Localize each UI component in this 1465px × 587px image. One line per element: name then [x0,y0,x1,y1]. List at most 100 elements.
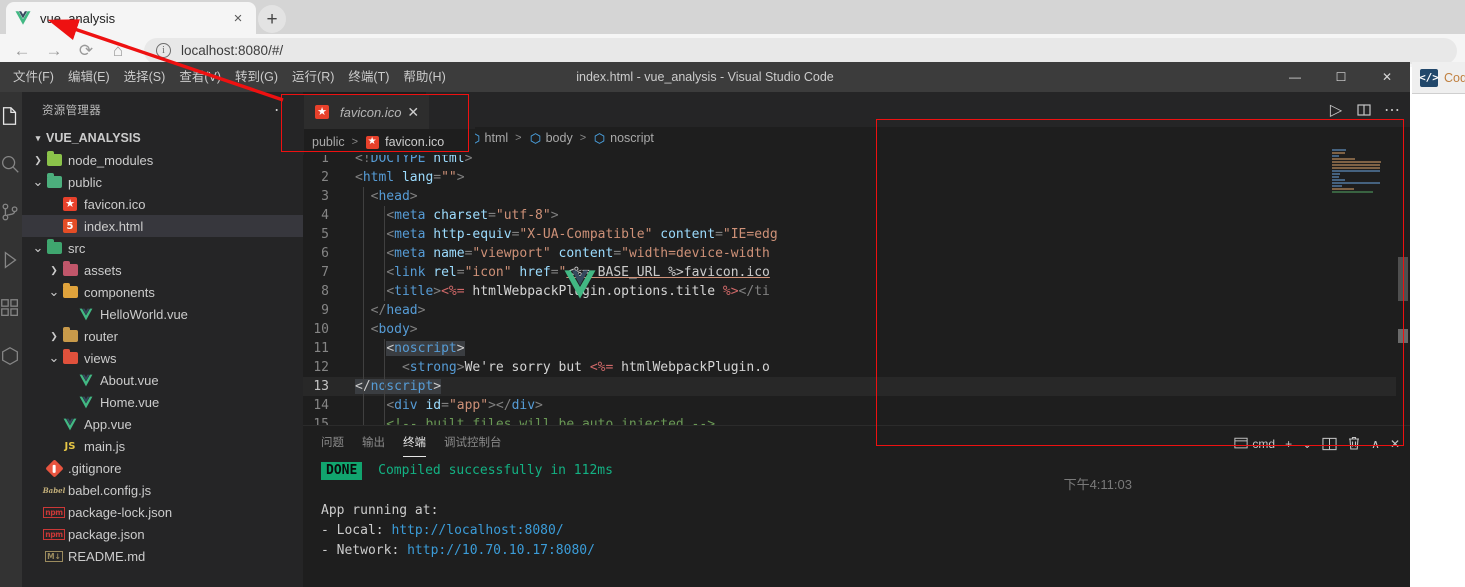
tree-item-views[interactable]: ⌄ views [22,347,303,369]
breadcrumb-item-favicon[interactable]: ★ favicon.ico [365,134,444,150]
breadcrumb-left: public > ★ favicon.ico [304,129,475,155]
close-button[interactable]: ✕ [1364,62,1410,92]
menu-run[interactable]: 运行(R) [285,66,341,88]
terminal-shell-selector[interactable]: cmd [1230,431,1279,457]
run-icon[interactable]: ▷ [1322,96,1350,124]
chevron-right-icon[interactable]: ❯ [46,331,62,342]
reload-icon[interactable]: ⟳ [70,37,102,65]
menu-terminal[interactable]: 终端(T) [341,66,396,88]
tree-item-assets[interactable]: ❯ assets [22,259,303,281]
minimap-line [1332,188,1354,190]
collapse-panel-icon[interactable]: ∧ [1367,431,1384,457]
tree-item-label: node_modules [68,152,154,168]
code-lines: 1 <!DOCTYPE html> 2 <html lang=""> 3 <head> 4… [303,149,1410,425]
chevron-down-icon[interactable]: ⌄ [1298,431,1316,457]
window-controls: — ☐ ✕ [1272,62,1410,92]
menu-view[interactable]: 查看(V) [172,66,228,88]
vue-icon [78,372,94,388]
maximize-button[interactable]: ☐ [1318,62,1364,92]
taskbar-vscode-item[interactable]: </> Cod [1412,62,1465,94]
terminal-shell-name: cmd [1252,436,1276,451]
tree-item-label: package.json [68,526,145,542]
tree-item-helloworld-vue[interactable]: HelloWorld.vue [22,303,303,325]
terminal-line-app-running: App running at: [321,503,439,518]
address-bar[interactable]: i localhost:8080/#/ [144,37,1457,64]
close-icon[interactable]: ✕ [407,105,419,119]
tree-item-label: .gitignore [68,460,122,476]
tree-item-components[interactable]: ⌄ components [22,281,303,303]
new-tab-button[interactable]: + [258,5,286,33]
minimap[interactable] [1330,149,1396,425]
code-text: <noscript> [349,339,1410,358]
tree-item-babel-config-js[interactable]: Babel babel.config.js [22,479,303,501]
tree-item-node-modules[interactable]: ❯ node_modules [22,149,303,171]
code-line: 2 <html lang=""> [303,168,1410,187]
chevron-down-icon[interactable]: ⌄ [46,284,62,300]
back-icon[interactable]: ← [6,37,38,65]
tree-item-package-json[interactable]: npm package.json [22,523,303,545]
code-line: 15 <!-- built files will be auto injecte… [303,415,1410,425]
tree-item-readme-md[interactable]: M↓ README.md [22,545,303,567]
line-number: 11 [313,341,329,356]
tree-item-label: public [68,174,102,190]
terminal-local-url[interactable]: http://localhost:8080/ [391,523,563,538]
chevron-right-icon[interactable]: ❯ [46,265,62,276]
breadcrumb-item-public[interactable]: public [312,135,345,149]
home-icon[interactable]: ⌂ [102,37,134,65]
code-line: 3 <head> [303,187,1410,206]
trash-icon[interactable] [1343,431,1365,457]
menu-edit[interactable]: 编辑(E) [61,66,117,88]
js-icon: JS [64,440,76,452]
chevron-down-icon[interactable]: ▾ [30,133,46,144]
line-number: 4 [321,208,329,223]
panel-tab-2[interactable]: 终端 [403,426,426,461]
chevron-down-icon[interactable]: ⌄ [46,350,62,366]
chevron-right-icon[interactable]: ❯ [30,155,46,166]
folder-assets-icon [62,261,78,278]
breadcrumb-symbol-noscript[interactable]: noscript [593,131,654,145]
tree-item-about-vue[interactable]: About.vue [22,369,303,391]
new-terminal-button[interactable]: + [1281,431,1296,457]
terminal-line-network: - Network: http://10.70.10.17:8080/ [321,541,1410,561]
forward-icon[interactable]: → [38,37,70,65]
tree-item-main-js[interactable]: JS main.js [22,435,303,457]
panel-tab-1[interactable]: 输出 [362,426,385,461]
tree-item-public[interactable]: ⌄ public [22,171,303,193]
browser-tab[interactable]: vue_analysis × [6,2,256,34]
editor-scrollbar[interactable] [1396,149,1410,425]
code-line: 14 <div id="app"></div> [303,396,1410,415]
chevron-down-icon[interactable]: ⌄ [30,240,46,256]
workspace-root-row[interactable]: ▾ VUE_ANALYSIS [22,127,303,149]
menu-go[interactable]: 转到(G) [228,66,285,88]
tree-item-src[interactable]: ⌄ src [22,237,303,259]
editor-tab-favicon[interactable]: ★ favicon.ico ✕ [304,95,430,129]
terminal-network-url[interactable]: http://10.70.10.17:8080/ [407,543,595,558]
minimap-line [1332,176,1340,178]
tree-item-package-lock-json[interactable]: npm package-lock.json [22,501,303,523]
split-editor-icon[interactable] [1350,96,1378,124]
site-info-icon[interactable]: i [156,43,171,58]
chevron-down-icon[interactable]: ⌄ [30,174,46,190]
tree-item--gitignore[interactable]: .gitignore [22,457,303,479]
tree-item-router[interactable]: ❯ router [22,325,303,347]
menu-help[interactable]: 帮助(H) [396,66,452,88]
minimize-button[interactable]: — [1272,62,1318,92]
split-terminal-icon[interactable] [1318,431,1341,457]
tree-item-home-vue[interactable]: Home.vue [22,391,303,413]
editor-more-icon[interactable]: ⋯ [1378,96,1406,124]
menu-file[interactable]: 文件(F) [6,66,61,88]
bottom-panel: 问题 输出 终端 调试控制台 cmd + ⌄ ∧ ✕ DONE Compiled… [303,425,1410,587]
menu-selection[interactable]: 选择(S) [117,66,173,88]
tree-item-index-html[interactable]: 5 index.html [22,215,303,237]
panel-tab-3[interactable]: 调试控制台 [444,426,502,461]
code-editor[interactable]: 1 <!DOCTYPE html> 2 <html lang=""> 3 <head> 4… [303,149,1410,425]
terminal-output[interactable]: DONE Compiled successfully in 112ms App … [303,461,1410,587]
babel-icon: Babel [42,485,66,495]
close-icon[interactable]: × [228,8,248,28]
breadcrumb-symbol-body[interactable]: body [529,131,573,145]
panel-tab-0[interactable]: 问题 [321,426,344,461]
tree-item-app-vue[interactable]: App.vue [22,413,303,435]
code-text: <html lang=""> [355,170,465,185]
tree-item-favicon-ico[interactable]: ★ favicon.ico [22,193,303,215]
close-panel-icon[interactable]: ✕ [1386,431,1404,457]
